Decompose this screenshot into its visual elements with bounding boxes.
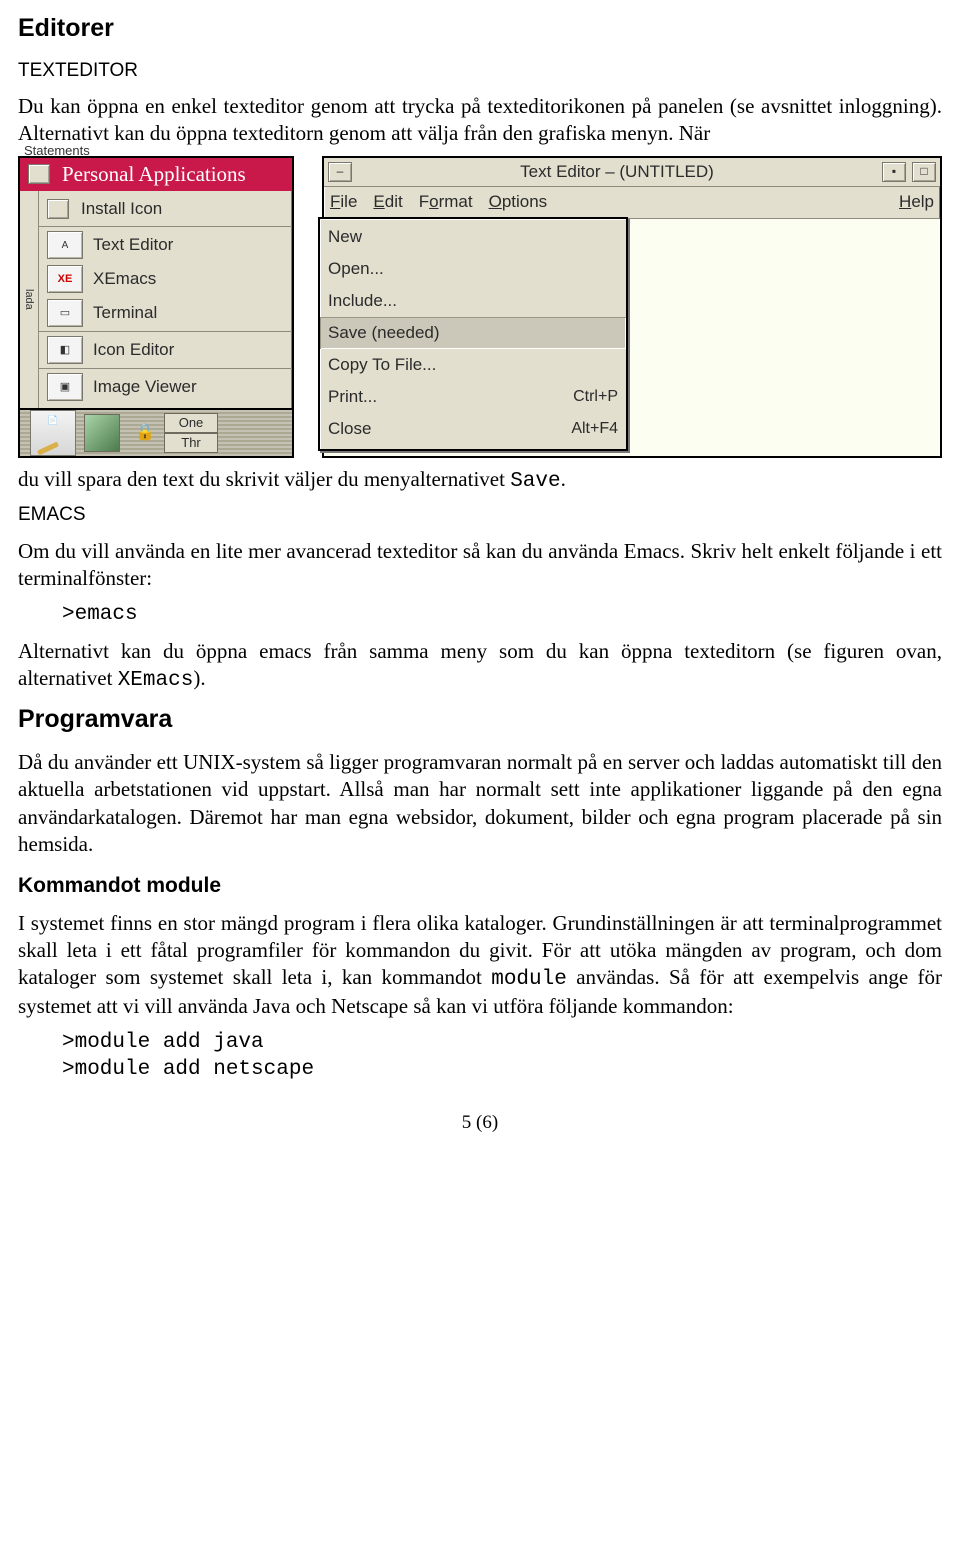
workspace-thr-button[interactable]: Thr: [164, 433, 218, 453]
menubar: File Edit Format Options Help: [324, 187, 940, 219]
para-texteditor-intro: Du kan öppna en enkel texteditor genom a…: [18, 93, 942, 148]
window-title: Text Editor – (UNTITLED): [358, 161, 876, 183]
personal-applications-list: Install Icon A Text Editor XE XEmacs ▭ T…: [39, 191, 292, 408]
xemacs-icon: XE: [47, 265, 83, 293]
code-emacs: >emacs: [62, 601, 942, 628]
para-emacs-intro: Om du vill använda en lite mer avancerad…: [18, 538, 942, 593]
menu-item-icon-editor[interactable]: ◧ Icon Editor: [39, 333, 292, 367]
filemenu-label: Include...: [328, 290, 397, 312]
image-viewer-icon: ▣: [47, 373, 83, 401]
filemenu-close[interactable]: Close Alt+F4: [320, 413, 626, 445]
text-editor-icon: A: [47, 231, 83, 259]
page-number: 5 (6): [18, 1111, 942, 1136]
filemenu-include[interactable]: Include...: [320, 285, 626, 317]
filemenu-shortcut: Ctrl+P: [573, 387, 618, 408]
filemenu-label: Print...: [328, 386, 377, 408]
window-titlebar: – Text Editor – (UNTITLED) ▪ □: [324, 158, 940, 187]
heading-editorer: Editorer: [18, 12, 942, 45]
menu-options[interactable]: Options: [489, 191, 548, 213]
lock-icon: 🔒: [134, 422, 156, 444]
filemenu-copy-to-file[interactable]: Copy To File...: [320, 349, 626, 381]
menu-item-label: Image Viewer: [93, 376, 197, 398]
filemenu-label: Copy To File...: [328, 354, 436, 376]
menu-item-image-viewer[interactable]: ▣ Image Viewer: [39, 370, 292, 404]
para-save-instruction: du vill spara den text du skrivit väljer…: [18, 466, 942, 495]
menu-item-text-editor[interactable]: A Text Editor: [39, 228, 292, 262]
checkbox-icon: [28, 164, 50, 184]
notepad-dock-icon[interactable]: 📄: [30, 410, 76, 456]
filemenu-label: Open...: [328, 258, 384, 280]
landscape-dock-icon[interactable]: [84, 414, 120, 452]
separator: [39, 331, 292, 332]
filemenu-print[interactable]: Print... Ctrl+P: [320, 381, 626, 413]
para-emacs-alt: Alternativt kan du öppna emacs från samm…: [18, 638, 942, 695]
menu-help[interactable]: Help: [899, 191, 934, 213]
menu-item-label: Text Editor: [93, 234, 173, 256]
menu-item-label: XEmacs: [93, 268, 156, 290]
menu-item-label: Icon Editor: [93, 339, 174, 361]
filemenu-label: Save (needed): [328, 322, 440, 344]
window-maximize-button[interactable]: □: [912, 162, 936, 182]
top-caption: Statements: [24, 141, 90, 159]
file-dropdown-menu: New Open... Include... Save (needed) Cop: [318, 217, 628, 451]
checkbox-icon: [47, 199, 69, 219]
menu-item-install-icon[interactable]: Install Icon: [39, 193, 292, 225]
heading-module: Kommandot module: [18, 872, 942, 899]
subtitle-emacs: EMACS: [18, 503, 942, 528]
menu-item-label: Install Icon: [81, 198, 162, 220]
dock-strip: 📄 🔒 One Thr: [20, 408, 292, 456]
subtitle-texteditor: TEXTEDITOR: [18, 59, 942, 84]
editor-text-area[interactable]: New Open... Include... Save (needed) Cop: [324, 219, 940, 456]
filemenu-save[interactable]: Save (needed): [320, 317, 626, 349]
separator: [39, 368, 292, 369]
filemenu-open[interactable]: Open...: [320, 253, 626, 285]
menu-edit[interactable]: Edit: [373, 191, 402, 213]
menu-item-terminal[interactable]: ▭ Terminal: [39, 296, 292, 330]
window-menu-button[interactable]: –: [328, 162, 352, 182]
terminal-icon: ▭: [47, 299, 83, 327]
menu-item-label: Terminal: [93, 302, 157, 324]
personal-applications-header[interactable]: Personal Applications: [20, 158, 292, 191]
icon-editor-icon: ◧: [47, 336, 83, 364]
workspace-one-button[interactable]: One: [164, 413, 218, 433]
menu-file[interactable]: File: [330, 191, 357, 213]
figure-row: Statements Personal Applications lada In…: [18, 156, 942, 458]
filemenu-shortcut: Alt+F4: [571, 419, 618, 440]
heading-programvara: Programvara: [18, 703, 942, 736]
filemenu-new[interactable]: New: [320, 221, 626, 253]
personal-applications-panel: Statements Personal Applications lada In…: [18, 156, 294, 458]
personal-applications-title: Personal Applications: [62, 161, 246, 188]
menu-format[interactable]: Format: [419, 191, 473, 213]
filemenu-label: New: [328, 226, 362, 248]
text-editor-window: – Text Editor – (UNTITLED) ▪ □ File Edit…: [322, 156, 942, 458]
para-module: I systemet finns en stor mängd program i…: [18, 910, 942, 1021]
menu-item-xemacs[interactable]: XE XEmacs: [39, 262, 292, 296]
gutter-label: lada: [20, 191, 39, 408]
separator: [39, 226, 292, 227]
filemenu-label: Close: [328, 418, 371, 440]
window-minimize-button[interactable]: ▪: [882, 162, 906, 182]
para-programvara: Då du använder ett UNIX-system så ligger…: [18, 749, 942, 858]
code-module: >module add java >module add netscape: [62, 1029, 942, 1084]
workspace-chips: One Thr: [164, 413, 218, 453]
